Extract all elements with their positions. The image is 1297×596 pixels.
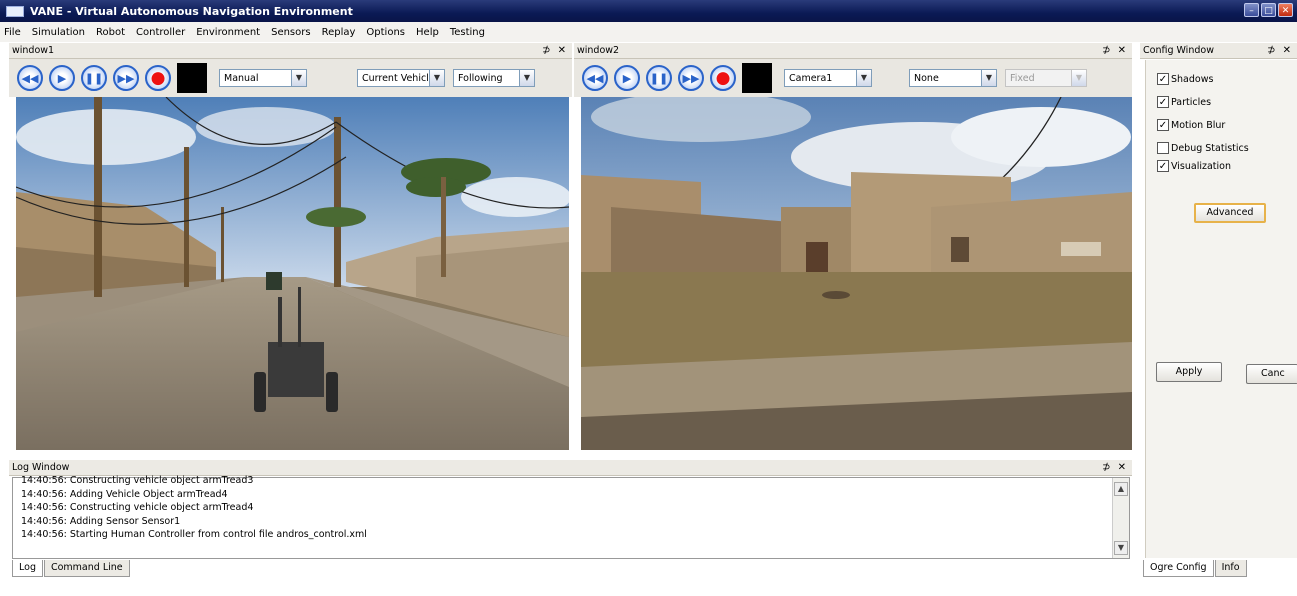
record-button[interactable]: ● [710,65,736,91]
log-line: 14:40:56: Starting Human Controller from… [21,529,367,540]
log-line: 14:40:56: Adding Sensor Sensor1 [21,515,181,527]
check-icon: ✓ [1157,73,1169,85]
window2-toolbar: ◀◀ ▶ ❚❚ ▶▶ ● Camera1 ▼ None ▼ Fixed ▼ [574,59,1132,97]
menu-sensors[interactable]: Sensors [271,27,311,38]
shadows-checkbox[interactable]: ✓ Shadows [1157,73,1213,85]
fast-forward-button[interactable]: ▶▶ [113,65,139,91]
color-swatch[interactable] [177,63,207,93]
advanced-button[interactable]: Advanced [1194,203,1266,223]
control-mode-select[interactable]: Manual ▼ [219,69,307,87]
config-tabs: Ogre Config Info [1143,560,1248,577]
config-dock-controls[interactable]: ⊅ ✕ [1267,43,1293,59]
config-title: Config Window [1143,45,1214,56]
config-panel: ✓ Shadows ✓ Particles ✓ Motion Blur Debu… [1145,60,1297,558]
cancel-button[interactable]: Canc [1246,364,1297,384]
app-icon [6,5,24,17]
scroll-down-icon[interactable]: ▼ [1114,541,1128,555]
tab-ogre-config[interactable]: Ogre Config [1143,560,1214,577]
check-icon: ✓ [1157,96,1169,108]
scroll-up-icon[interactable]: ▲ [1114,482,1128,496]
minimize-button[interactable]: – [1244,3,1259,17]
target-select[interactable]: None ▼ [909,69,997,87]
close-button[interactable]: ✕ [1278,3,1293,17]
fast-forward-button[interactable]: ▶▶ [678,65,704,91]
window1-toolbar: ◀◀ ▶ ❚❚ ▶▶ ● Manual ▼ Current Vehicl ▼ Fol… [9,59,572,97]
log-line: 14:40:56: Adding Vehicle Object armTread… [21,488,228,500]
log-output[interactable]: 14:40:56: Constructing vehicle object ar… [12,475,1130,559]
tab-command-line[interactable]: Command Line [43,560,130,577]
menu-bar: File Simulation Robot Controller Environ… [0,22,1297,42]
menu-environment[interactable]: Environment [196,27,260,38]
camera-select[interactable]: Camera1 ▼ [784,69,872,87]
pause-button[interactable]: ❚❚ [646,65,672,91]
maximize-button[interactable]: □ [1261,3,1276,17]
log-tabs: Log Command Line [12,560,131,577]
menu-help[interactable]: Help [416,27,439,38]
config-header: Config Window ⊅ ✕ [1140,43,1297,59]
apply-button[interactable]: Apply [1156,362,1222,382]
camera-follow-select[interactable]: Following ▼ [453,69,535,87]
play-button[interactable]: ▶ [49,65,75,91]
courtyard-scene-render [581,97,1132,450]
log-title: Log Window [12,462,70,473]
window2-viewport[interactable] [581,97,1132,450]
menu-testing[interactable]: Testing [450,27,485,38]
record-button[interactable]: ● [145,65,171,91]
tab-info[interactable]: Info [1214,560,1247,577]
pause-button[interactable]: ❚❚ [81,65,107,91]
menu-file[interactable]: File [4,27,21,38]
check-icon: ✓ [1157,160,1169,172]
window-title: VANE - Virtual Autonomous Navigation Env… [30,4,353,18]
window1-dock-controls[interactable]: ⊅ ✕ [542,43,568,59]
play-button[interactable]: ▶ [614,65,640,91]
motion-blur-checkbox[interactable]: ✓ Motion Blur [1157,119,1225,131]
rewind-button[interactable]: ◀◀ [17,65,43,91]
log-line: 14:40:56: Constructing vehicle object ar… [21,475,254,486]
window1-header: window1 ⊅ ✕ [9,43,572,59]
title-bar: VANE - Virtual Autonomous Navigation Env… [0,0,1297,22]
color-swatch[interactable] [742,63,772,93]
menu-controller[interactable]: Controller [136,27,185,38]
log-scrollbar[interactable]: ▲ ▼ [1112,478,1129,558]
visualization-checkbox[interactable]: ✓ Visualization [1157,160,1231,172]
window2-title: window2 [577,45,620,56]
window2-dock-controls[interactable]: ⊅ ✕ [1102,43,1128,59]
rewind-button[interactable]: ◀◀ [582,65,608,91]
window1-title: window1 [12,45,55,56]
check-icon: ✓ [1157,119,1169,131]
fixed-select: Fixed ▼ [1005,69,1087,87]
vehicle-select[interactable]: Current Vehicl ▼ [357,69,445,87]
menu-robot[interactable]: Robot [96,27,125,38]
menu-simulation[interactable]: Simulation [32,27,85,38]
particles-checkbox[interactable]: ✓ Particles [1157,96,1211,108]
menu-options[interactable]: Options [366,27,405,38]
log-line: 14:40:56: Constructing vehicle object ar… [21,502,254,513]
menu-replay[interactable]: Replay [322,27,356,38]
window2-header: window2 ⊅ ✕ [574,43,1132,59]
street-scene-render [16,97,569,450]
tab-log[interactable]: Log [12,560,43,577]
window1-viewport[interactable] [16,97,569,450]
debug-statistics-checkbox[interactable]: Debug Statistics [1157,142,1249,154]
